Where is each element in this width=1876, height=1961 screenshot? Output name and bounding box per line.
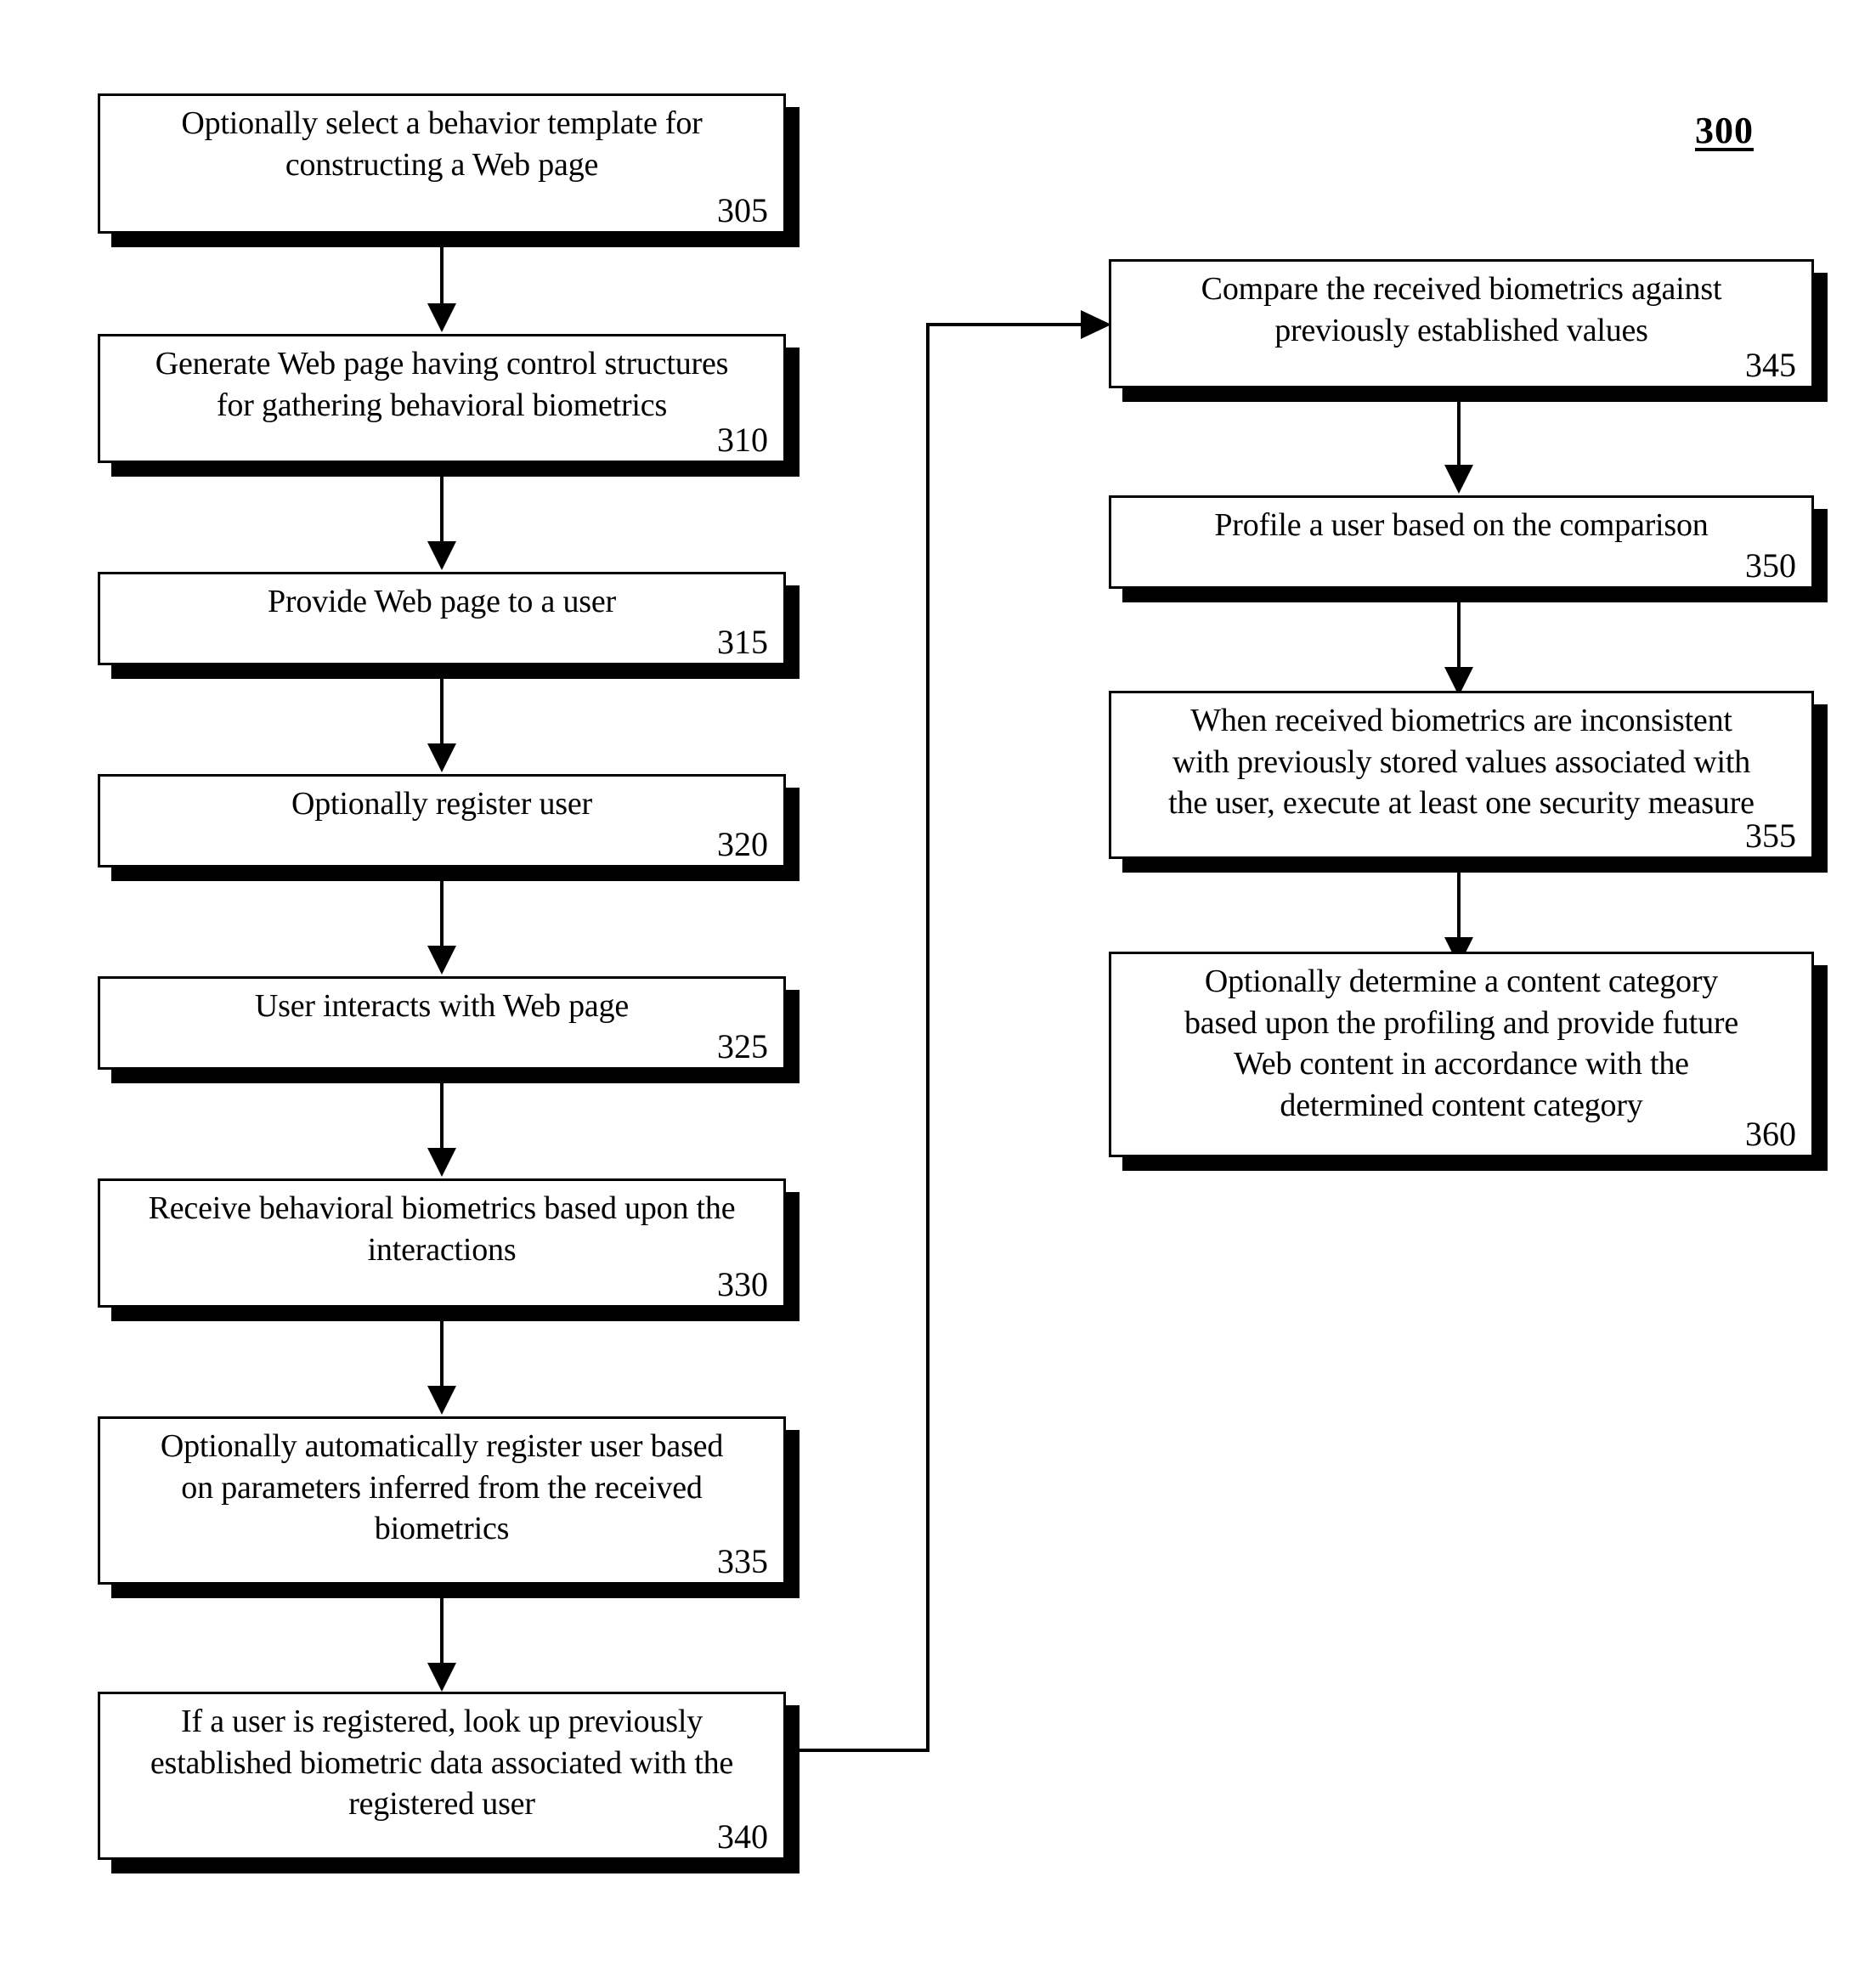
process-box-340-number: 340 <box>717 1817 768 1856</box>
process-box-315: Provide Web page to a user 315 <box>98 572 786 665</box>
process-box-305-number: 305 <box>717 191 768 229</box>
process-box-340: If a user is registered, look up previou… <box>98 1692 786 1860</box>
connector-330-to-335-line <box>440 1321 444 1389</box>
figure-number-label: 300 <box>1695 110 1754 151</box>
connector-340-to-345-segment-up <box>926 323 930 1752</box>
connector-310-to-315-arrowhead <box>427 541 456 570</box>
process-box-330-number: 330 <box>717 1265 768 1303</box>
process-box-355-number: 355 <box>1745 817 1796 855</box>
process-box-360-text: Optionally determine a content category … <box>1184 964 1738 1123</box>
connector-315-to-320-line <box>440 679 444 747</box>
connector-325-to-330-arrowhead <box>427 1148 456 1177</box>
process-box-355: When received biometrics are inconsisten… <box>1109 691 1814 859</box>
process-box-345-number: 345 <box>1745 346 1796 384</box>
connector-340-to-345-arrowhead <box>1081 310 1111 339</box>
connector-340-to-345-segment-across <box>926 323 1088 326</box>
process-box-310-number: 310 <box>717 421 768 459</box>
connector-320-to-325-arrowhead <box>427 946 456 975</box>
process-box-335-text: Optionally automatically register user b… <box>160 1428 724 1547</box>
connector-350-to-355-line <box>1457 602 1461 670</box>
process-box-350-number: 350 <box>1745 546 1796 585</box>
process-box-350: Profile a user based on the comparison 3… <box>1109 495 1814 589</box>
process-box-340-text: If a user is registered, look up previou… <box>150 1704 734 1823</box>
connector-325-to-330-line <box>440 1083 444 1151</box>
connector-355-to-360-line <box>1457 873 1461 941</box>
process-box-355-text: When received biometrics are inconsisten… <box>1168 703 1755 822</box>
process-box-345: Compare the received biometrics against … <box>1109 259 1814 388</box>
connector-320-to-325-line <box>440 881 444 949</box>
process-box-310-text: Generate Web page having control structu… <box>155 346 729 423</box>
process-box-350-text: Profile a user based on the comparison <box>1214 507 1709 543</box>
process-box-305-text: Optionally select a behavior template fo… <box>181 105 703 183</box>
process-box-330: Receive behavioral biometrics based upon… <box>98 1178 786 1308</box>
connector-315-to-320-arrowhead <box>427 743 456 772</box>
process-box-345-text: Compare the received biometrics against … <box>1201 271 1722 348</box>
connector-345-to-350-line <box>1457 402 1461 468</box>
flowchart-figure: 300 Optionally select a behavior templat… <box>0 0 1876 1961</box>
process-box-305: Optionally select a behavior template fo… <box>98 93 786 234</box>
connector-345-to-350-arrowhead <box>1444 465 1473 494</box>
connector-310-to-315-line <box>440 477 444 545</box>
process-box-360-number: 360 <box>1745 1115 1796 1153</box>
process-box-330-text: Receive behavioral biometrics based upon… <box>148 1190 736 1268</box>
connector-305-to-310-line <box>440 247 444 307</box>
process-box-325-text: User interacts with Web page <box>254 988 630 1024</box>
connector-340-to-345-segment-right <box>786 1749 930 1752</box>
process-box-325-number: 325 <box>717 1027 768 1065</box>
process-box-310: Generate Web page having control structu… <box>98 334 786 463</box>
connector-335-to-340-arrowhead <box>427 1663 456 1692</box>
process-box-325: User interacts with Web page 325 <box>98 976 786 1070</box>
process-box-360: Optionally determine a content category … <box>1109 952 1814 1157</box>
process-box-335-number: 335 <box>717 1542 768 1580</box>
connector-335-to-340-line <box>440 1598 444 1666</box>
process-box-320-number: 320 <box>717 825 768 863</box>
process-box-315-number: 315 <box>717 623 768 661</box>
process-box-315-text: Provide Web page to a user <box>268 584 616 619</box>
process-box-320: Optionally register user 320 <box>98 774 786 867</box>
process-box-320-text: Optionally register user <box>291 786 592 822</box>
connector-330-to-335-arrowhead <box>427 1386 456 1415</box>
connector-305-to-310-arrowhead <box>427 303 456 332</box>
process-box-335: Optionally automatically register user b… <box>98 1416 786 1585</box>
